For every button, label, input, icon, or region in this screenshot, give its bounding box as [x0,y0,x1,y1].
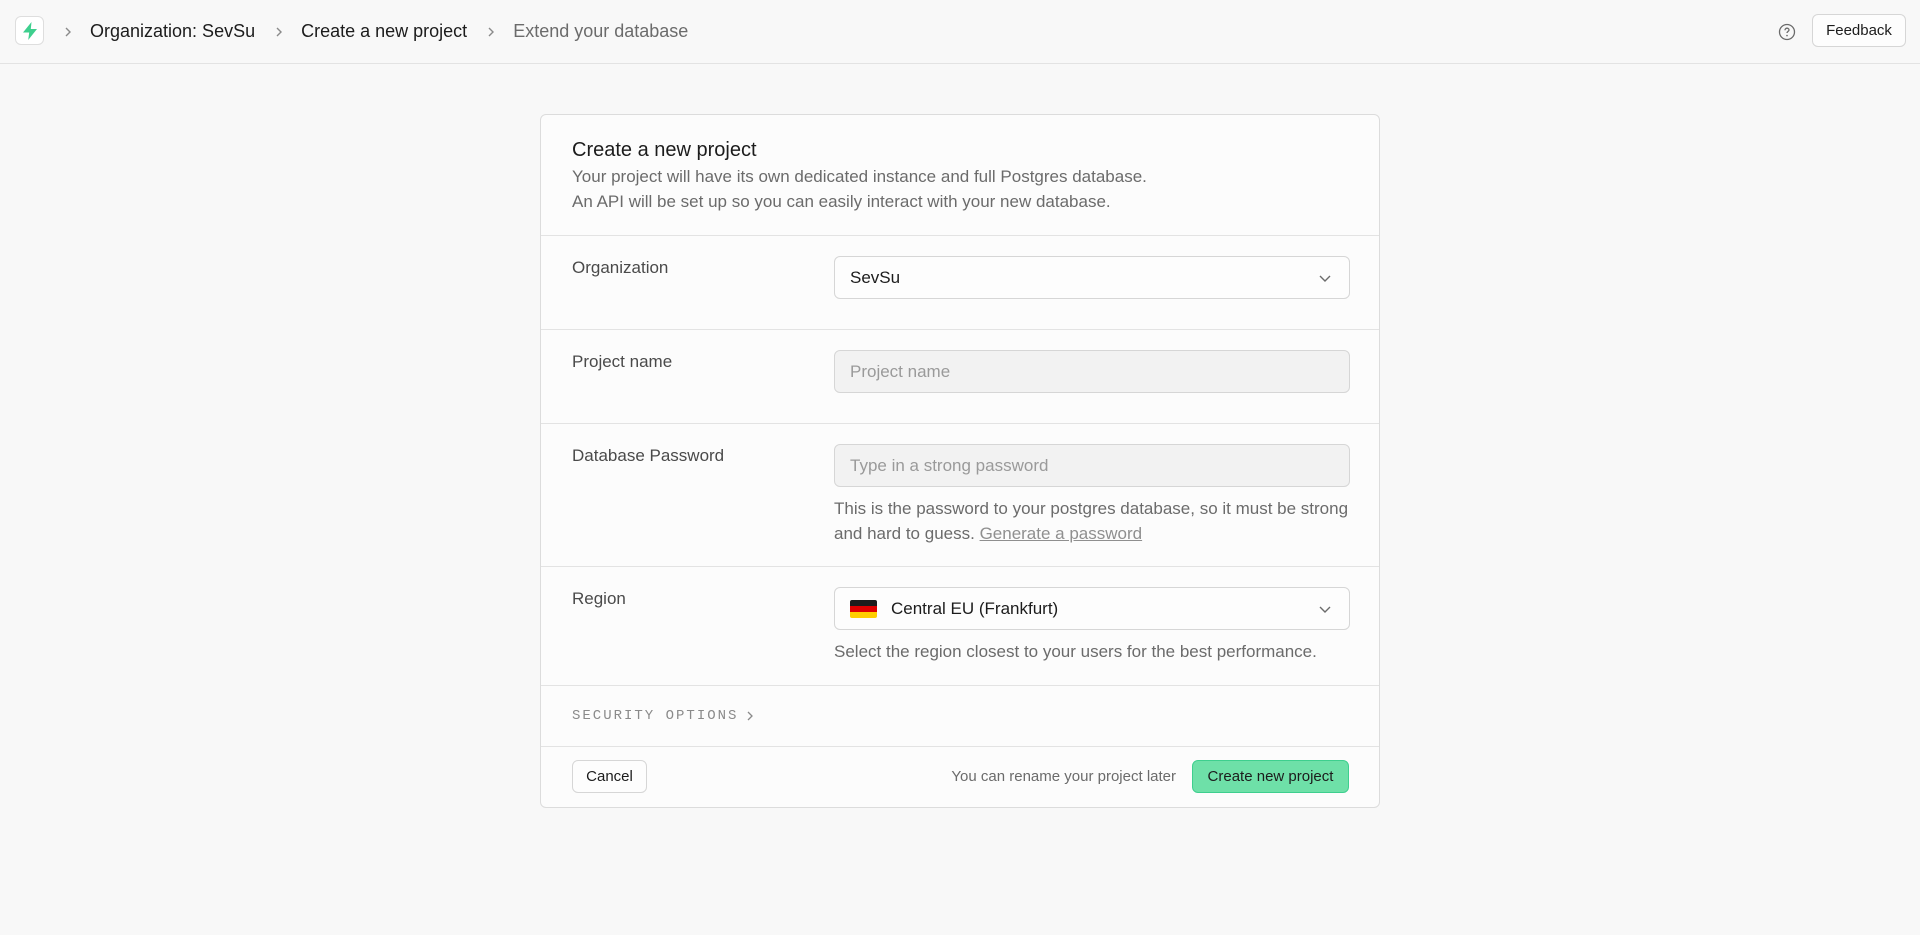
card-title: Create a new project [572,139,757,161]
supabase-logo-icon[interactable] [15,16,44,45]
card-footer: Cancel You can rename your project later… [541,747,1379,807]
database-password-label: Database Password [572,446,725,465]
security-options-toggle[interactable]: SECURITY OPTIONS [572,686,756,746]
security-options-row: SECURITY OPTIONS [541,686,1379,747]
project-name-input[interactable] [834,350,1350,393]
organization-row: Organization SevSu [541,236,1379,330]
organization-value: SevSu [850,267,901,287]
rename-note: You can rename your project later [951,768,1176,785]
project-name-row: Project name [541,330,1379,424]
organization-select[interactable]: SevSu [834,256,1350,299]
breadcrumb-current-page: Extend your database [513,21,689,41]
chevron-right-icon [269,22,289,42]
generate-password-link[interactable]: Generate a password [980,524,1143,543]
region-value: Central EU (Frankfurt) [891,598,1059,618]
chevron-right-icon [58,22,78,42]
feedback-button[interactable]: Feedback [1812,14,1906,47]
chevron-down-icon [1319,275,1331,282]
chevron-down-icon [1319,606,1331,613]
top-navigation-bar: Organization: SevSu Create a new project… [0,0,1920,64]
breadcrumb-organization[interactable]: Organization: SevSu [90,21,255,42]
chevron-right-icon [747,711,754,721]
project-name-label: Project name [572,352,673,371]
security-options-label: SECURITY OPTIONS [572,708,739,724]
password-hint: This is the password to your postgres da… [834,496,1350,546]
database-password-input[interactable] [834,444,1350,487]
breadcrumb-create-project[interactable]: Create a new project [301,21,467,42]
region-label: Region [572,589,626,608]
create-project-card: Create a new project Your project will h… [540,114,1380,808]
card-description-line-2: An API will be set up so you can easily … [572,192,1111,211]
create-project-button[interactable]: Create new project [1192,760,1349,793]
card-header: Create a new project Your project will h… [541,115,1379,236]
chevron-right-icon [481,22,501,42]
card-description-line-1: Your project will have its own dedicated… [572,167,1147,186]
region-select[interactable]: Central EU (Frankfurt) [834,587,1350,630]
database-password-row: Database Password This is the password t… [541,424,1379,567]
breadcrumb: Organization: SevSu Create a new project… [58,0,702,63]
region-row: Region Central EU (Frankfurt) Select the… [541,567,1379,686]
germany-flag-icon [850,599,877,618]
help-icon[interactable] [1777,22,1797,42]
organization-label: Organization [572,258,669,277]
cancel-button[interactable]: Cancel [572,760,647,793]
region-hint: Select the region closest to your users … [834,642,1317,661]
